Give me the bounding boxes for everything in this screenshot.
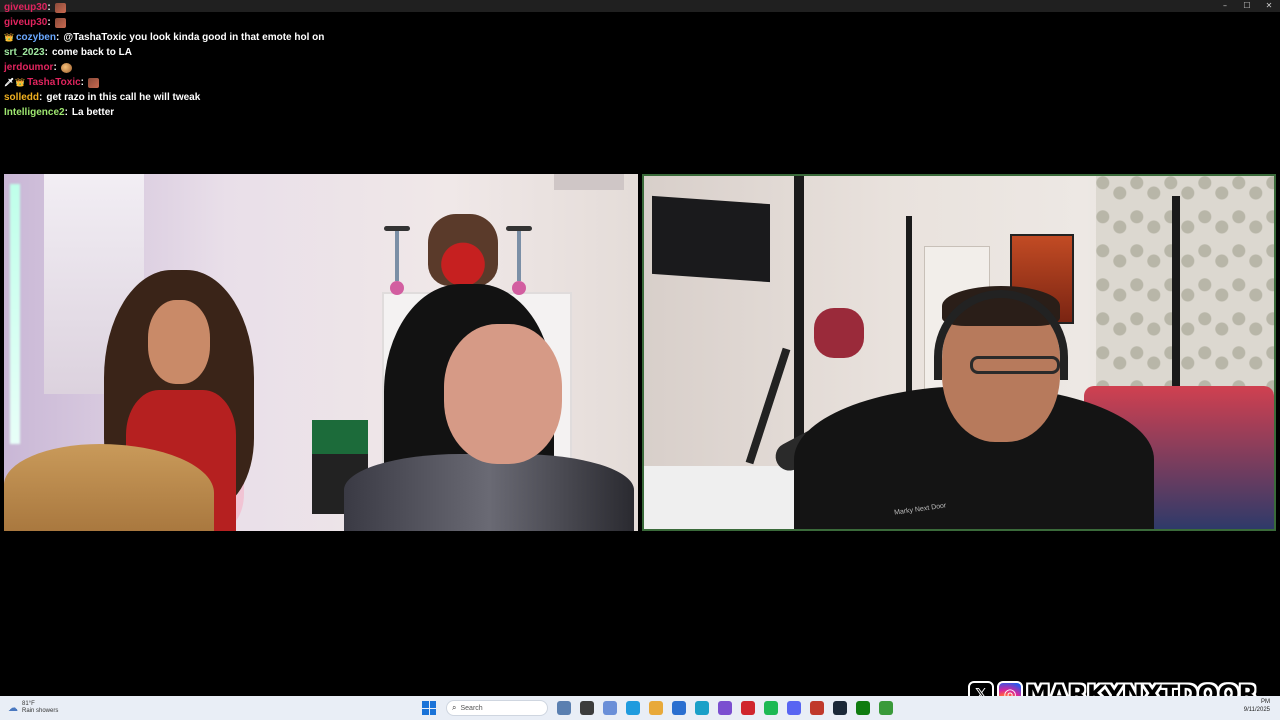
- chat-separator: :: [80, 77, 85, 88]
- chat-username[interactable]: srt_2023: [4, 45, 45, 60]
- close-icon[interactable]: ✕: [1264, 0, 1274, 12]
- weather-text: 81°F Rain showers: [22, 701, 58, 715]
- maximize-icon[interactable]: ☐: [1242, 0, 1252, 12]
- clock-time: PM: [1261, 699, 1270, 705]
- chat-message: 👑 cozyben: @TashaToxic you look kinda good…: [4, 30, 604, 45]
- window-controls: – ☐ ✕: [1220, 0, 1274, 12]
- chat-text: @TashaToxic you look kinda good in that …: [63, 32, 325, 43]
- room-scene-left: [4, 174, 638, 531]
- chat-badge-icon: 👑: [4, 32, 14, 42]
- chat-separator: :: [55, 32, 60, 43]
- video-feed-right: Marky Next Door: [642, 174, 1276, 531]
- chat-message: srt_2023: come back to LA: [4, 45, 604, 60]
- taskbar-app-icon[interactable]: [856, 701, 870, 715]
- clock-date: 9/11/2025: [1243, 707, 1270, 713]
- chat-overlay: giveup30: giveup30: 👑 cozyben: @TashaToxic y…: [4, 0, 604, 120]
- chat-badge-icon: 👑: [15, 77, 26, 87]
- chat-username[interactable]: TashaToxic: [27, 75, 81, 90]
- chat-message: 🗡 👑 TashaToxic:: [4, 75, 604, 90]
- taskbar-app-icon[interactable]: [810, 701, 824, 715]
- taskbar-app-icon[interactable]: [764, 701, 778, 715]
- chat-badges: 🗡 👑: [4, 78, 25, 88]
- system-tray-clock[interactable]: PM 9/11/2025: [1244, 698, 1270, 718]
- room-scene-right: Marky Next Door: [644, 176, 1274, 529]
- windows-taskbar: ☁ 81°F Rain showers ⌕ Search PM 9/11/202…: [0, 696, 1280, 720]
- rain-cloud-icon: ☁: [8, 702, 18, 714]
- taskbar-app-icon[interactable]: [557, 701, 571, 715]
- chat-emote-icon: [54, 2, 66, 13]
- chat-emote-icon: [54, 17, 66, 28]
- video-feed-left: [4, 174, 638, 531]
- chat-username[interactable]: giveup30: [4, 0, 47, 15]
- chat-username[interactable]: cozyben: [16, 30, 56, 45]
- weather-desc: Rain showers: [22, 708, 59, 714]
- chat-badges: 👑: [4, 33, 14, 43]
- chat-text: La better: [71, 107, 115, 118]
- taskbar-app-icon[interactable]: [603, 701, 617, 715]
- chat-username[interactable]: solledd: [4, 90, 39, 105]
- taskbar-app-icon[interactable]: [580, 701, 594, 715]
- minimize-icon[interactable]: –: [1220, 0, 1230, 12]
- weather-temp: 81°F: [22, 701, 35, 707]
- taskbar-app-icon[interactable]: [787, 701, 801, 715]
- taskbar-app-icon[interactable]: [626, 701, 640, 715]
- search-icon: ⌕: [452, 703, 457, 712]
- chat-username[interactable]: Intelligence2: [4, 105, 65, 120]
- taskbar-app-icon[interactable]: [649, 701, 663, 715]
- chat-separator: :: [64, 107, 68, 118]
- chat-message: Intelligence2: La better: [4, 105, 604, 120]
- chat-message: jerdoumor:: [4, 60, 604, 75]
- chat-username[interactable]: jerdoumor: [4, 60, 53, 75]
- chat-emote-icon: [60, 62, 72, 73]
- chat-emote-icon: [88, 77, 100, 88]
- chat-badge-icon: 🗡: [4, 77, 15, 87]
- taskbar-center: ⌕ Search: [422, 698, 893, 718]
- chat-separator: :: [47, 2, 51, 13]
- taskbar-search[interactable]: ⌕ Search: [446, 700, 548, 716]
- taskbar-app-icon[interactable]: [672, 701, 686, 715]
- taskbar-app-icon[interactable]: [879, 701, 893, 715]
- search-placeholder: Search: [460, 704, 483, 712]
- chat-separator: :: [39, 92, 43, 103]
- chat-separator: :: [47, 17, 51, 28]
- chat-username[interactable]: giveup30: [4, 15, 47, 30]
- chat-text: get razo in this call he will tweak: [46, 92, 201, 103]
- chat-separator: :: [53, 62, 57, 73]
- chat-separator: :: [44, 47, 48, 58]
- taskbar-app-icon[interactable]: [833, 701, 847, 715]
- chat-message: giveup30:: [4, 15, 604, 30]
- weather-widget[interactable]: ☁ 81°F Rain showers: [8, 698, 58, 718]
- taskbar-app-icon[interactable]: [718, 701, 732, 715]
- chat-message: solledd: get razo in this call he will tw…: [4, 90, 604, 105]
- taskbar-app-icon[interactable]: [741, 701, 755, 715]
- chat-message: giveup30:: [4, 0, 604, 15]
- windows-start-icon[interactable]: [422, 701, 436, 715]
- chat-text: come back to LA: [51, 47, 132, 58]
- taskbar-app-icon[interactable]: [695, 701, 709, 715]
